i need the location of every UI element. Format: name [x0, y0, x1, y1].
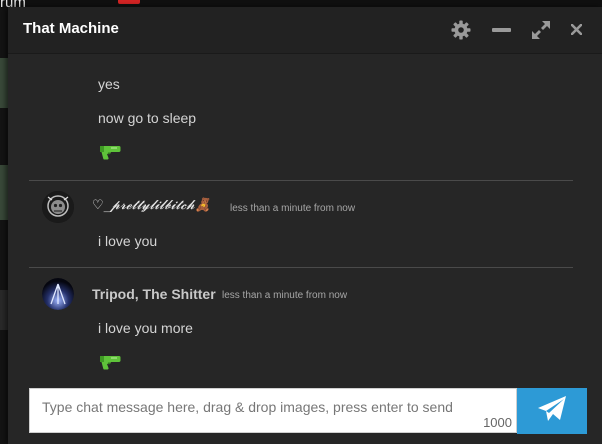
avatar[interactable]: [42, 278, 74, 310]
message-text: i love you more: [98, 320, 193, 336]
message-text: i love you: [98, 233, 158, 249]
message-timestamp: less than a minute from now: [230, 203, 356, 214]
background-notification-badge: [118, 0, 140, 4]
avatar[interactable]: [42, 191, 74, 223]
expand-icon[interactable]: [532, 21, 550, 39]
message-username[interactable]: ♡_𝓹𝓻𝓮𝓽𝓽𝔂𝓵𝓲𝓵𝓫𝓲𝓽𝓬𝓱🧸: [92, 198, 211, 213]
send-button[interactable]: [517, 388, 587, 434]
message-username[interactable]: Tripod, The Shitter: [92, 286, 216, 302]
message-text: now go to sleep: [98, 110, 197, 126]
chat-window: That Machine yes now go to sleep ♡_𝓹𝓻𝓮𝓽𝓽…: [8, 7, 602, 444]
character-counter: 1000: [483, 415, 512, 430]
message-divider: [29, 180, 573, 181]
close-icon[interactable]: [571, 24, 582, 35]
message-list[interactable]: yes now go to sleep ♡_𝓹𝓻𝓮𝓽𝓽�: [8, 54, 602, 387]
paper-plane-icon: [537, 395, 567, 428]
chat-composer: 1000: [29, 388, 517, 433]
minimize-icon[interactable]: [492, 28, 511, 33]
chat-title: That Machine: [23, 20, 119, 37]
message-text: yes: [98, 76, 120, 92]
message-divider: [29, 267, 573, 268]
water-pistol-emoji: [98, 143, 122, 163]
gear-icon[interactable]: [451, 20, 471, 40]
chat-message-input[interactable]: [30, 389, 516, 432]
chat-titlebar[interactable]: That Machine: [8, 7, 602, 54]
message-timestamp: less than a minute from now: [222, 290, 348, 301]
water-pistol-emoji: [98, 353, 122, 373]
